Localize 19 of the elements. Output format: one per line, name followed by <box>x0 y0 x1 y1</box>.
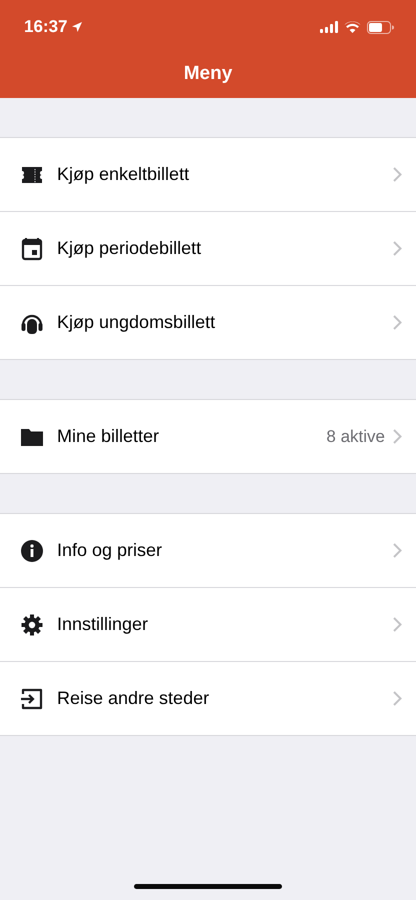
active-count: 8 aktive <box>326 426 385 446</box>
ticket-icon <box>20 164 44 184</box>
battery-icon <box>367 20 394 34</box>
settings-icon <box>20 612 44 636</box>
status-time: 16:37 <box>24 17 68 37</box>
chevron-icon <box>393 167 402 182</box>
exit-icon <box>20 686 44 710</box>
location-arrow-icon <box>72 22 82 32</box>
chevron-icon <box>393 315 402 330</box>
info-icon <box>20 538 44 562</box>
wifi-icon <box>344 21 361 33</box>
chevron-icon <box>393 429 402 444</box>
screen-title: Meny <box>182 62 234 86</box>
chevron-icon <box>393 241 402 256</box>
signal-icon <box>320 21 338 33</box>
chevron-icon <box>393 617 402 632</box>
calendar-icon <box>20 236 44 260</box>
chevron-icon <box>393 691 402 706</box>
chevron-icon <box>393 543 402 558</box>
